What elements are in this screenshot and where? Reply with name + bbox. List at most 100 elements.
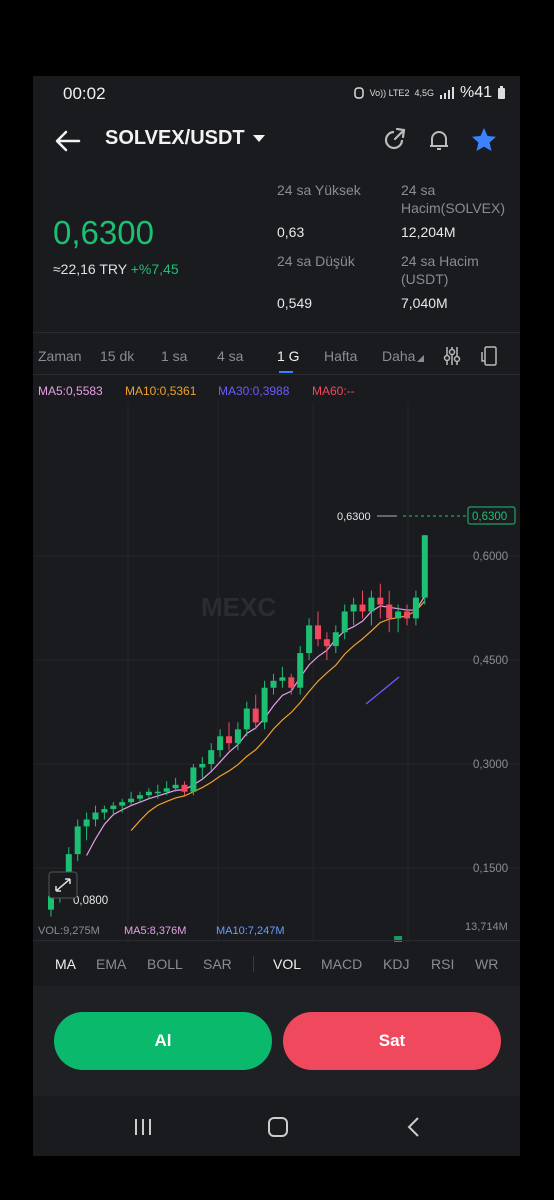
candle-body [217, 736, 224, 751]
candle-body [386, 604, 393, 619]
settings-sliders-icon[interactable] [443, 346, 461, 366]
pair-name: SOLVEX/USDT [105, 127, 245, 149]
candle-body [359, 604, 366, 612]
volume-bar [394, 936, 403, 942]
candle-body [404, 611, 410, 619]
candle-body [252, 708, 259, 723]
high-label: 24 sa Yüksek [277, 182, 361, 198]
status-bar: 00:02 Vo)) LTE2 4,5G %41 [33, 76, 520, 112]
back-arrow-icon[interactable] [53, 126, 83, 156]
ind-boll[interactable]: BOLL [147, 956, 183, 972]
tab-15m[interactable]: 15 dk [100, 348, 134, 364]
nav-back-icon[interactable] [399, 1114, 429, 1140]
rotate-screen-icon[interactable] [481, 346, 499, 366]
ind-vol[interactable]: VOL [273, 956, 301, 972]
candle-body [332, 632, 339, 647]
candle-body [110, 805, 117, 810]
ma10-legend: MA10:0,5361 [125, 384, 197, 398]
price-chart[interactable]: MEXC 24-11-192024-12-042024-12-190,00 0,… [33, 402, 520, 942]
ind-kdj[interactable]: KDJ [383, 956, 409, 972]
candle-body [226, 736, 232, 744]
candle-body [288, 677, 295, 688]
status-icons: Vo)) LTE2 4,5G %41 [353, 84, 506, 102]
candle-body [243, 708, 250, 730]
candle-body [199, 764, 206, 768]
candle-body [279, 677, 286, 681]
candle-body [350, 604, 357, 612]
vol-base-value: 12,204M [401, 224, 456, 240]
ma5-legend: MA5:0,5583 [38, 384, 103, 398]
recent-apps-icon[interactable] [128, 1114, 158, 1140]
candle-body [208, 750, 215, 764]
high-value: 0,63 [277, 224, 305, 240]
price-sub: ≈22,16 TRY +%7,45 [53, 261, 179, 277]
last-price-tag-text: 0,6300 [472, 511, 507, 523]
ma30-line [365, 676, 400, 705]
candle-body [323, 639, 330, 647]
candle-body [270, 680, 277, 688]
bell-icon[interactable] [425, 126, 453, 154]
vol-ma5-legend: MA5:8,376M [124, 925, 186, 937]
vol-legend: VOL:9,275M [38, 925, 100, 937]
battery-percent: %41 [459, 84, 492, 101]
tab-1d[interactable]: 1 G [277, 348, 300, 364]
vol-quote-value: 7,040M [401, 295, 448, 311]
y-tick-label: 0,4500 [473, 655, 508, 667]
candle-body [297, 653, 304, 688]
sell-button[interactable]: Sat [283, 1012, 501, 1070]
chart-grid [33, 402, 520, 942]
tab-week[interactable]: Hafta [324, 348, 357, 364]
ma10-line [130, 600, 426, 831]
ma-line [130, 600, 426, 831]
divider [33, 374, 520, 375]
candle-body [377, 597, 384, 605]
more-triangle-icon [417, 355, 424, 362]
active-tab-underline [279, 371, 293, 373]
system-nav-bar [33, 1096, 520, 1156]
candle-body [190, 767, 197, 792]
tab-4h[interactable]: 4 sa [217, 348, 243, 364]
low-label: 24 sa Düşük [277, 253, 355, 269]
buy-button[interactable]: Al [54, 1012, 272, 1070]
ind-ma[interactable]: MA [55, 956, 76, 972]
home-icon[interactable] [263, 1114, 293, 1140]
indicator-separator [253, 956, 254, 972]
vol-ma10-legend: MA10:7,247M [216, 925, 284, 937]
signal-type: 4,5G [414, 88, 434, 98]
candle-body [154, 791, 161, 794]
vol-base-label-2: Hacim(SOLVEX) [401, 200, 505, 216]
tab-time[interactable]: Zaman [38, 348, 82, 364]
y-tick-label: 0,3000 [473, 759, 508, 771]
ma30-line [365, 676, 400, 705]
vol-quote-label-1: 24 sa Hacim [401, 253, 479, 269]
timeframe-tabs: Zaman 15 dk 1 sa 4 sa 1 G Hafta Daha [33, 338, 520, 374]
ind-macd[interactable]: MACD [321, 956, 362, 972]
battery-icon [498, 86, 505, 99]
ma30-legend: MA30:0,3988 [218, 384, 290, 398]
y-axis-labels: 0,6000 0,4500 0,3000 0,1500 [473, 551, 508, 875]
status-time: 00:02 [63, 84, 106, 103]
ind-ema[interactable]: EMA [96, 956, 126, 972]
low-value: 0,549 [277, 295, 313, 311]
tab-more[interactable]: Daha [382, 348, 415, 364]
ind-wr[interactable]: WR [475, 956, 498, 972]
candle-body [172, 784, 179, 789]
candle-body [341, 611, 348, 633]
vol-max-label: 13,714M [465, 921, 508, 933]
high-marker: 0,6300 [337, 511, 371, 523]
candle-body [315, 625, 321, 640]
vol-quote-label-2: (USDT) [401, 271, 449, 287]
candle-body [181, 784, 188, 792]
y-tick-label: 0,1500 [473, 863, 508, 875]
star-icon[interactable] [470, 126, 498, 154]
ind-rsi[interactable]: RSI [431, 956, 454, 972]
candle-body [128, 798, 135, 803]
candle-body [306, 625, 313, 654]
y-tick-label: 0,6000 [473, 551, 508, 563]
pair-selector[interactable]: SOLVEX/USDT [105, 127, 265, 150]
tab-1h[interactable]: 1 sa [161, 348, 187, 364]
ind-sar[interactable]: SAR [203, 956, 232, 972]
share-icon[interactable] [380, 126, 408, 154]
candle-body [261, 687, 268, 723]
candle-body [83, 819, 90, 827]
